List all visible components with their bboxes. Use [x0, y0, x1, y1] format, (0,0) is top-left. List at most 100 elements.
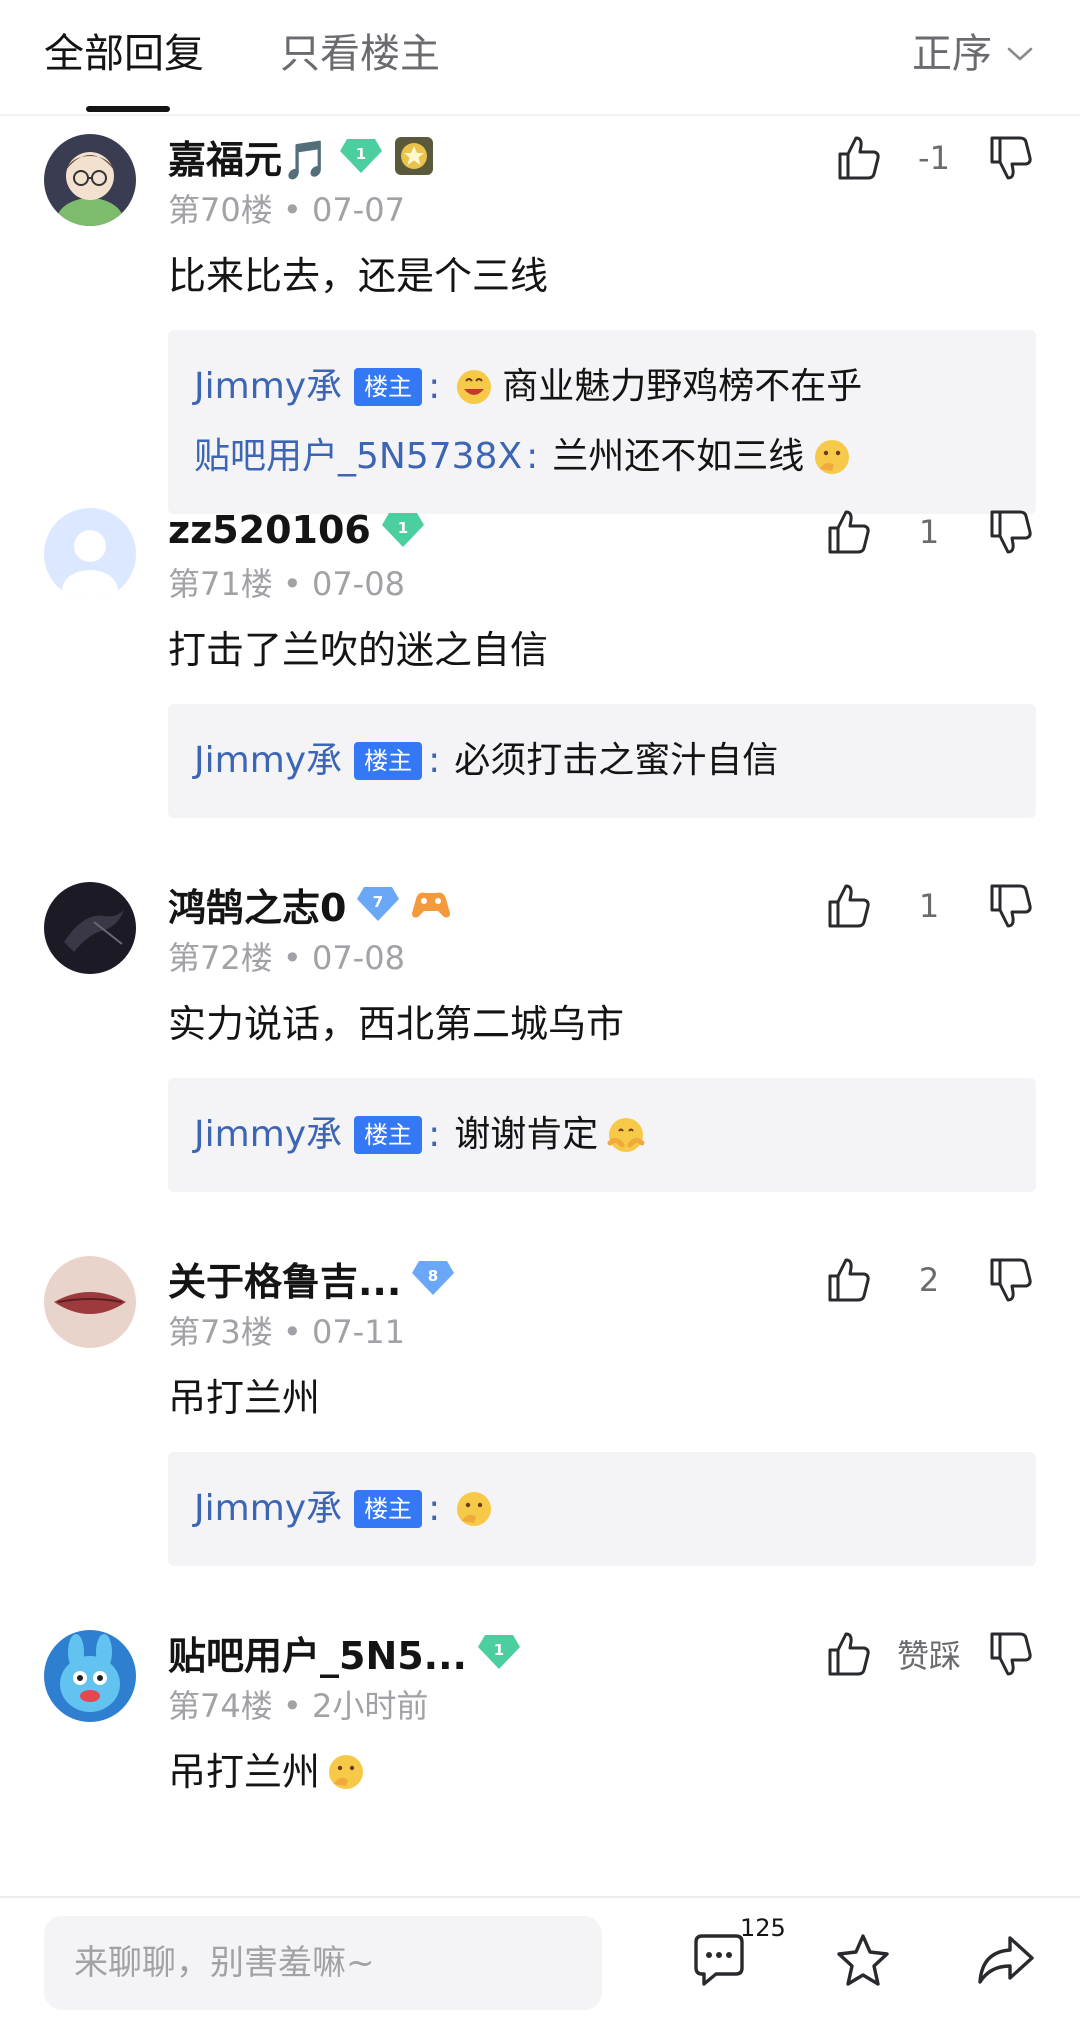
reply-text: 兰州还不如三线	[552, 436, 805, 477]
level-badge: 7	[356, 885, 400, 923]
vote-count: 1	[918, 513, 940, 551]
sub-replies[interactable]: Jimmy承 楼主 : 商业魅力野鸡榜不在乎 贴吧用户_5N5738X : 兰州…	[168, 330, 1036, 514]
post-meta: 第70楼 • 07-07	[168, 191, 405, 229]
sub-replies[interactable]: Jimmy承 楼主 : 谢谢肯定	[168, 1078, 1036, 1192]
floor-number: 第73楼	[168, 1313, 273, 1351]
avatar[interactable]	[44, 1256, 136, 1348]
sub-reply[interactable]: Jimmy承 楼主 : 谢谢肯定	[194, 1100, 1010, 1170]
post-date: 07-11	[311, 1313, 405, 1351]
list-item: 关于格鲁吉... 8 第73楼 • 07-11 吊打兰州 2 Jimmy承 楼主…	[0, 1240, 1080, 1614]
reply-author[interactable]: Jimmy承	[194, 1474, 342, 1544]
post-meta: 第71楼 • 07-08	[168, 565, 405, 603]
post-text: 吊打兰州	[168, 1750, 321, 1794]
level-number: 7	[373, 893, 383, 911]
chevron-down-icon	[1007, 47, 1033, 61]
post-text: 打击了兰吹的迷之自信	[168, 628, 549, 672]
floor-number: 第70楼	[168, 191, 273, 229]
post-content: 吊打兰州	[168, 1370, 320, 1426]
floor-number: 第72楼	[168, 939, 273, 977]
post-content: 打击了兰吹的迷之自信	[168, 622, 548, 678]
thumbs-down-icon[interactable]	[984, 1628, 1036, 1680]
avatar[interactable]	[44, 134, 136, 226]
vote-controls: 1	[822, 502, 1036, 562]
username[interactable]: zz520106	[168, 508, 371, 552]
post-content: 吊打兰州	[168, 1744, 366, 1800]
thumbs-down-icon[interactable]	[984, 132, 1036, 184]
tab-all-replies[interactable]: 全部回复	[44, 26, 204, 82]
vote-controls: 赞踩	[822, 1624, 1036, 1684]
thinking-emoji-icon	[329, 1755, 364, 1789]
level-badge: 8	[411, 1259, 455, 1297]
active-tab-indicator	[86, 106, 170, 112]
star-icon[interactable]	[830, 1928, 896, 1994]
avatar[interactable]	[44, 1630, 136, 1722]
host-tag: 楼主	[354, 368, 423, 406]
username[interactable]: 鸿鹄之志0	[168, 877, 346, 932]
post-content: 实力说话，西北第二城乌市	[168, 996, 624, 1052]
thumbs-up-icon[interactable]	[822, 1254, 874, 1306]
post-meta: 第72楼 • 07-08	[168, 939, 405, 977]
grin-emoji-icon	[457, 370, 492, 404]
level-number: 1	[398, 519, 408, 537]
sub-replies[interactable]: Jimmy承 楼主 : 必须打击之蜜汁自信	[168, 704, 1036, 818]
post-meta: 第74楼 • 2小时前	[168, 1687, 429, 1725]
tab-host-only[interactable]: 只看楼主	[280, 26, 440, 82]
username[interactable]: 贴吧用户_5N5...	[168, 1625, 467, 1680]
username[interactable]: 关于格鲁吉...	[168, 1251, 401, 1306]
vote-count: 1	[918, 887, 940, 925]
medal-badge-icon	[393, 135, 435, 177]
list-item: 鸿鹄之志0 7 第72楼 • 07-08 实力说话，西北第二城乌市 1 Jimm…	[0, 866, 1080, 1240]
sort-label: 正序	[912, 31, 992, 77]
sub-reply[interactable]: Jimmy承 楼主 :	[194, 1474, 1010, 1544]
reply-author[interactable]: Jimmy承	[194, 726, 342, 796]
username[interactable]: 嘉福元🎵	[168, 129, 329, 184]
sub-reply[interactable]: Jimmy承 楼主 : 必须打击之蜜汁自信	[194, 726, 1010, 796]
post-text: 实力说话，西北第二城乌市	[168, 1002, 625, 1046]
host-tag: 楼主	[354, 1116, 423, 1154]
avatar[interactable]	[44, 508, 136, 600]
reply-text: 商业魅力野鸡榜不在乎	[502, 366, 863, 407]
gamepad-badge-icon	[410, 883, 452, 925]
reply-author[interactable]: 贴吧用户_5N5738X	[194, 422, 522, 492]
thumbs-down-icon[interactable]	[984, 506, 1036, 558]
thumbs-up-icon[interactable]	[832, 132, 884, 184]
thumbs-down-icon[interactable]	[984, 880, 1036, 932]
thumbs-down-icon[interactable]	[984, 1254, 1036, 1306]
reply-list: 嘉福元🎵 1 第70楼 • 07-07 比来比去，还是个三线 -1 Jimmy承…	[0, 118, 1080, 1896]
host-tag: 楼主	[354, 742, 423, 780]
level-badge: 1	[339, 137, 383, 175]
sub-replies[interactable]: Jimmy承 楼主 :	[168, 1452, 1036, 1566]
reply-author[interactable]: Jimmy承	[194, 1100, 342, 1170]
thinking-emoji-icon	[457, 1492, 492, 1526]
level-number: 1	[356, 145, 366, 163]
list-item: 贴吧用户_5N5... 1 第74楼 • 2小时前 吊打兰州 赞踩	[0, 1614, 1080, 1874]
sub-reply[interactable]: 贴吧用户_5N5738X : 兰州还不如三线	[194, 422, 1010, 492]
post-date: 2小时前	[311, 1687, 429, 1725]
vote-label: 赞踩	[896, 1637, 961, 1675]
level-number: 8	[428, 1267, 438, 1285]
thumbs-up-icon[interactable]	[822, 1628, 874, 1680]
post-date: 07-07	[311, 191, 405, 229]
reply-author[interactable]: Jimmy承	[194, 352, 342, 422]
post-text: 吊打兰州	[168, 1376, 321, 1420]
post-meta: 第73楼 • 07-11	[168, 1313, 405, 1351]
post-date: 07-08	[311, 565, 405, 603]
vote-controls: 1	[822, 876, 1036, 936]
vote-controls: 2	[822, 1250, 1036, 1310]
level-badge: 1	[381, 511, 425, 549]
vote-controls: -1	[832, 128, 1036, 188]
post-text: 比来比去，还是个三线	[168, 254, 549, 298]
avatar[interactable]	[44, 882, 136, 974]
share-icon[interactable]	[972, 1928, 1038, 1994]
comment-count: 125	[740, 1914, 786, 1942]
vote-count: -1	[918, 139, 950, 177]
post-content: 比来比去，还是个三线	[168, 248, 548, 304]
thumbs-up-icon[interactable]	[822, 506, 874, 558]
level-badge: 1	[477, 1633, 521, 1671]
reply-input[interactable]: 来聊聊，别害羞嘛~	[44, 1916, 602, 2010]
thumbs-up-icon[interactable]	[822, 880, 874, 932]
sub-reply[interactable]: Jimmy承 楼主 : 商业魅力野鸡榜不在乎	[194, 352, 1010, 422]
reply-text: 谢谢肯定	[454, 1114, 599, 1155]
sort-dropdown[interactable]: 正序	[912, 26, 1036, 82]
hug-emoji-icon	[607, 1118, 645, 1152]
